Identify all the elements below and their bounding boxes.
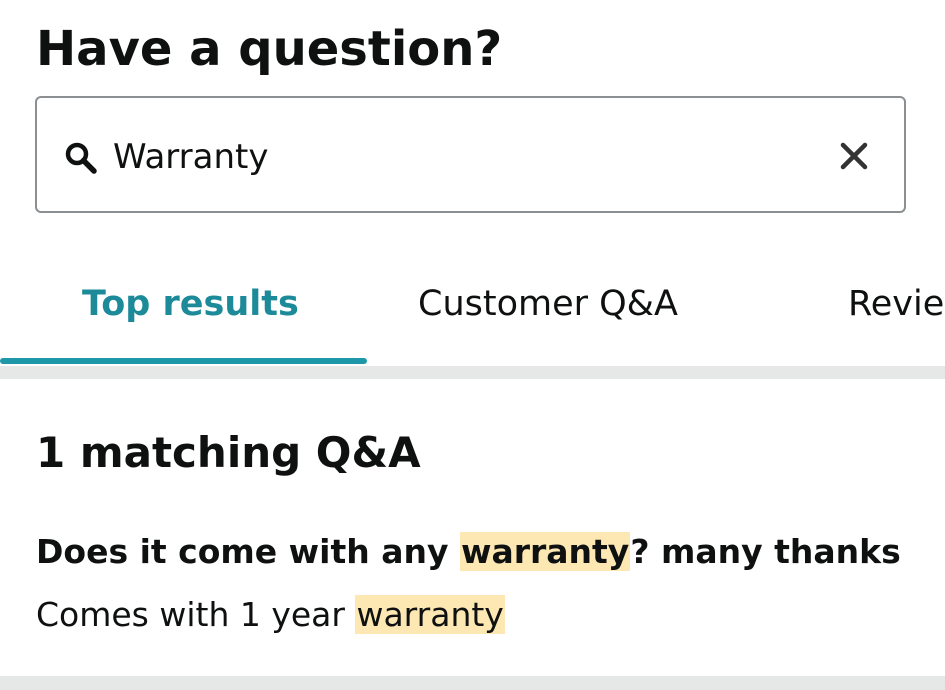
search-box[interactable] bbox=[35, 96, 906, 213]
tab-top-results[interactable]: Top results bbox=[82, 284, 299, 324]
tab-customer-qa[interactable]: Customer Q&A bbox=[418, 284, 678, 324]
active-tab-indicator bbox=[0, 358, 367, 364]
results-tabs: Top results Customer Q&A Revie bbox=[0, 270, 945, 366]
qa-answer: Comes with 1 year warranty bbox=[36, 591, 505, 639]
qa-question[interactable]: Does it come with any warranty? many tha… bbox=[36, 528, 901, 576]
search-icon bbox=[63, 140, 99, 176]
clear-search-button[interactable] bbox=[834, 138, 874, 178]
answer-highlight: warranty bbox=[355, 595, 505, 634]
bottom-divider bbox=[0, 676, 945, 690]
tab-reviews[interactable]: Revie bbox=[848, 284, 944, 324]
section-divider bbox=[0, 366, 945, 379]
close-icon bbox=[839, 141, 869, 175]
answer-text: Comes with 1 year bbox=[36, 595, 356, 634]
question-text-end: ? many thanks bbox=[630, 532, 901, 571]
page-title: Have a question? bbox=[36, 21, 503, 77]
search-input[interactable] bbox=[113, 134, 813, 180]
results-count: 1 matching Q&A bbox=[36, 428, 421, 477]
question-highlight: warranty bbox=[459, 532, 631, 571]
question-text: Does it come with any bbox=[36, 532, 460, 571]
